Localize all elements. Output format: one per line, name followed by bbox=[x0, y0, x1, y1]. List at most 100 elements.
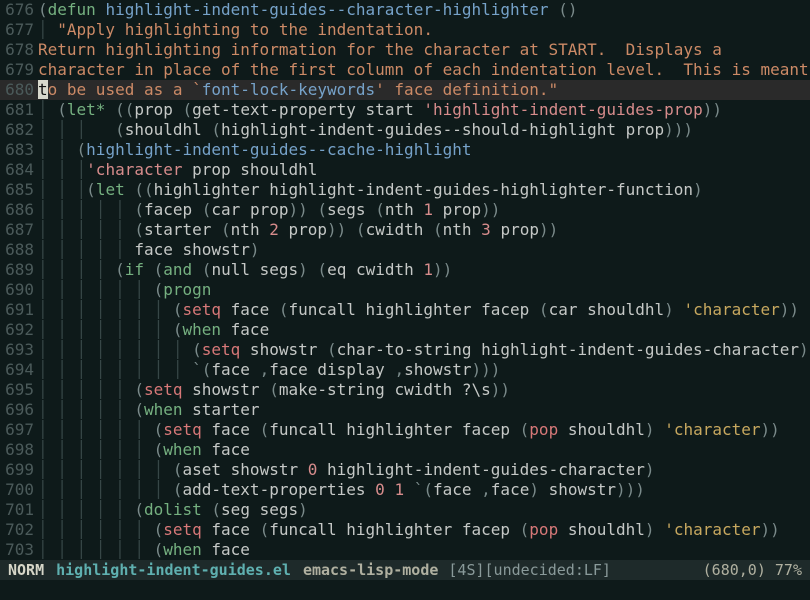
code-line[interactable]: 685│ │ │(let ((highlighter highlight-ind… bbox=[0, 180, 810, 200]
code-line[interactable]: 693│ │ │ │ │ │ │ │ (setq showstr (char-t… bbox=[0, 340, 810, 360]
token-p: ( bbox=[173, 320, 183, 339]
token-kw: when bbox=[144, 400, 183, 419]
token-var bbox=[404, 480, 414, 499]
token-var bbox=[346, 220, 356, 239]
code-line[interactable]: 676(defun highlight-indent-guides--chara… bbox=[0, 0, 810, 20]
line-content[interactable]: │ │ │ │ │ │ (setq face (funcall highligh… bbox=[38, 520, 810, 540]
line-content[interactable]: Return highlighting information for the … bbox=[38, 40, 810, 60]
code-line[interactable]: 695│ │ │ │ │ (setq showstr (make-string … bbox=[0, 380, 810, 400]
token-indent: │ │ │ │ │ │ │ │ bbox=[38, 360, 192, 379]
token-p: )) bbox=[288, 200, 307, 219]
code-line[interactable]: 697│ │ │ │ │ │ (setq face (funcall highl… bbox=[0, 420, 810, 440]
code-line[interactable]: 686│ │ │ │ │ (facep (car prop)) (segs (n… bbox=[0, 200, 810, 220]
line-number: 691 bbox=[0, 300, 38, 320]
code-line[interactable]: 683│ │ (highlight-indent-guides--cache-h… bbox=[0, 140, 810, 160]
line-content[interactable]: │ │ │ │ │ (when starter bbox=[38, 400, 810, 420]
token-num: 0 bbox=[308, 460, 318, 479]
code-line[interactable]: 699│ │ │ │ │ │ │ (aset showstr 0 highlig… bbox=[0, 460, 810, 480]
code-line[interactable]: 681│ (let* ((prop (get-text-property sta… bbox=[0, 100, 810, 120]
line-content[interactable]: │ │ │ │ │ │ │ (setq face (funcall highli… bbox=[38, 300, 810, 320]
token-p: )) bbox=[703, 100, 722, 119]
line-content[interactable]: │ │ │ │ │ │ (setq face (funcall highligh… bbox=[38, 420, 810, 440]
line-content[interactable]: │ │ │ │ │ │ (when face bbox=[38, 440, 810, 460]
code-line[interactable]: 692│ │ │ │ │ │ │ (when face bbox=[0, 320, 810, 340]
line-number: 693 bbox=[0, 340, 38, 360]
line-content[interactable]: │ │ │'character prop shouldhl bbox=[38, 160, 810, 180]
line-number: 687 bbox=[0, 220, 38, 240]
code-area[interactable]: 676(defun highlight-indent-guides--chara… bbox=[0, 0, 810, 560]
token-kw: let* bbox=[67, 100, 106, 119]
code-line[interactable]: 678Return highlighting information for t… bbox=[0, 40, 810, 60]
code-line[interactable]: 679character in place of the first colum… bbox=[0, 60, 810, 80]
mode-buffer-name[interactable]: highlight-indent-guides.el bbox=[56, 560, 291, 580]
code-line[interactable]: 684│ │ │'character prop shouldhl bbox=[0, 160, 810, 180]
line-content[interactable]: │ │ │ │ │ (starter (nth 2 prop)) (cwidth… bbox=[38, 220, 810, 240]
token-indent: │ │ │ │ │ │ │ bbox=[38, 320, 173, 339]
line-content[interactable]: │ │ (highlight-indent-guides--cache-high… bbox=[38, 140, 810, 160]
token-var: face bbox=[491, 480, 530, 499]
line-content[interactable]: │ │ │ (shouldhl (highlight-indent-guides… bbox=[38, 120, 810, 140]
token-p: ( bbox=[115, 260, 125, 279]
token-p: ( bbox=[356, 220, 366, 239]
line-content[interactable]: │ │ │ │ │ face showstr) bbox=[38, 240, 810, 260]
token-kwred: setq bbox=[202, 340, 241, 359]
line-number: 680 bbox=[0, 80, 38, 100]
line-content[interactable]: │ (let* ((prop (get-text-property start … bbox=[38, 100, 810, 120]
line-number: 682 bbox=[0, 120, 38, 140]
code-line[interactable]: 696│ │ │ │ │ (when starter bbox=[0, 400, 810, 420]
token-kw: progn bbox=[163, 280, 211, 299]
token-p: ( bbox=[375, 200, 385, 219]
code-line[interactable]: 698│ │ │ │ │ │ (when face bbox=[0, 440, 810, 460]
token-var bbox=[96, 0, 106, 19]
line-content[interactable]: │ │ │ │ (if (and (null segs) (eq cwidth … bbox=[38, 260, 810, 280]
code-line[interactable]: 700│ │ │ │ │ │ │ (add-text-properties 0 … bbox=[0, 480, 810, 500]
line-content[interactable]: │ │ │ │ │ (setq showstr (make-string cwi… bbox=[38, 380, 810, 400]
token-var: face bbox=[202, 440, 250, 459]
line-content[interactable]: │ │ │ │ │ │ │ │ `(face ,face display ,sh… bbox=[38, 360, 810, 380]
line-content[interactable]: │ │ │ │ │ │ │ (aset showstr 0 highlight-… bbox=[38, 460, 810, 480]
minibuffer[interactable] bbox=[0, 580, 810, 600]
line-content[interactable]: │ │ │ │ │ (dolist (seg segs) bbox=[38, 500, 810, 520]
code-line[interactable]: 682│ │ │ (shouldhl (highlight-indent-gui… bbox=[0, 120, 810, 140]
mode-line: NORM highlight-indent-guides.el emacs-li… bbox=[0, 560, 810, 580]
token-p: ( bbox=[433, 220, 443, 239]
token-p: ( bbox=[317, 260, 327, 279]
code-line[interactable]: 703│ │ │ │ │ │ (when face bbox=[0, 540, 810, 560]
line-content[interactable]: to be used as a `font-lock-keywords' fac… bbox=[38, 80, 810, 100]
token-fn: highlight-indent-guides--character-highl… bbox=[105, 0, 548, 19]
code-line[interactable]: 687│ │ │ │ │ (starter (nth 2 prop)) (cwi… bbox=[0, 220, 810, 240]
mode-major-mode[interactable]: emacs-lisp-mode bbox=[303, 560, 438, 580]
cursor: t bbox=[38, 80, 48, 99]
token-p: ( bbox=[134, 220, 144, 239]
code-line[interactable]: 680to be used as a `font-lock-keywords' … bbox=[0, 80, 810, 100]
token-p: )) bbox=[491, 380, 510, 399]
line-content[interactable]: character in place of the first column o… bbox=[38, 60, 810, 80]
token-var: aset showstr bbox=[183, 460, 308, 479]
code-line[interactable]: 702│ │ │ │ │ │ (setq face (funcall highl… bbox=[0, 520, 810, 540]
line-content[interactable]: │ "Apply highlighting to the indentation… bbox=[38, 20, 810, 40]
code-line[interactable]: 689│ │ │ │ (if (and (null segs) (eq cwid… bbox=[0, 260, 810, 280]
token-var: char-to-string highlight-indent-guides-c… bbox=[337, 340, 799, 359]
code-line[interactable]: 690│ │ │ │ │ │ (progn bbox=[0, 280, 810, 300]
token-p: ( bbox=[211, 120, 221, 139]
line-content[interactable]: │ │ │ │ │ │ (progn bbox=[38, 280, 810, 300]
line-content[interactable]: │ │ │ │ │ │ │ (when face bbox=[38, 320, 810, 340]
code-line[interactable]: 677│ "Apply highlighting to the indentat… bbox=[0, 20, 810, 40]
line-number: 698 bbox=[0, 440, 38, 460]
code-line[interactable]: 701│ │ │ │ │ (dolist (seg segs) bbox=[0, 500, 810, 520]
code-line[interactable]: 688│ │ │ │ │ face showstr) bbox=[0, 240, 810, 260]
code-line[interactable]: 691│ │ │ │ │ │ │ (setq face (funcall hig… bbox=[0, 300, 810, 320]
token-kwred: setq bbox=[144, 380, 183, 399]
line-content[interactable]: │ │ │ │ │ │ │ (add-text-properties 0 1 `… bbox=[38, 480, 810, 500]
line-content[interactable]: (defun highlight-indent-guides--characte… bbox=[38, 0, 810, 20]
line-content[interactable]: │ │ │ │ │ │ │ │ (setq showstr (char-to-s… bbox=[38, 340, 810, 360]
token-var bbox=[549, 0, 559, 19]
line-content[interactable]: │ │ │ │ │ │ (when face bbox=[38, 540, 810, 560]
token-kw: when bbox=[163, 440, 202, 459]
token-kwred: setq bbox=[183, 300, 222, 319]
token-num: 3 bbox=[481, 220, 491, 239]
token-p: )) bbox=[539, 220, 558, 239]
line-content[interactable]: │ │ │ │ │ (facep (car prop)) (segs (nth … bbox=[38, 200, 810, 220]
line-content[interactable]: │ │ │(let ((highlighter highlight-indent… bbox=[38, 180, 810, 200]
code-line[interactable]: 694│ │ │ │ │ │ │ │ `(face ,face display … bbox=[0, 360, 810, 380]
